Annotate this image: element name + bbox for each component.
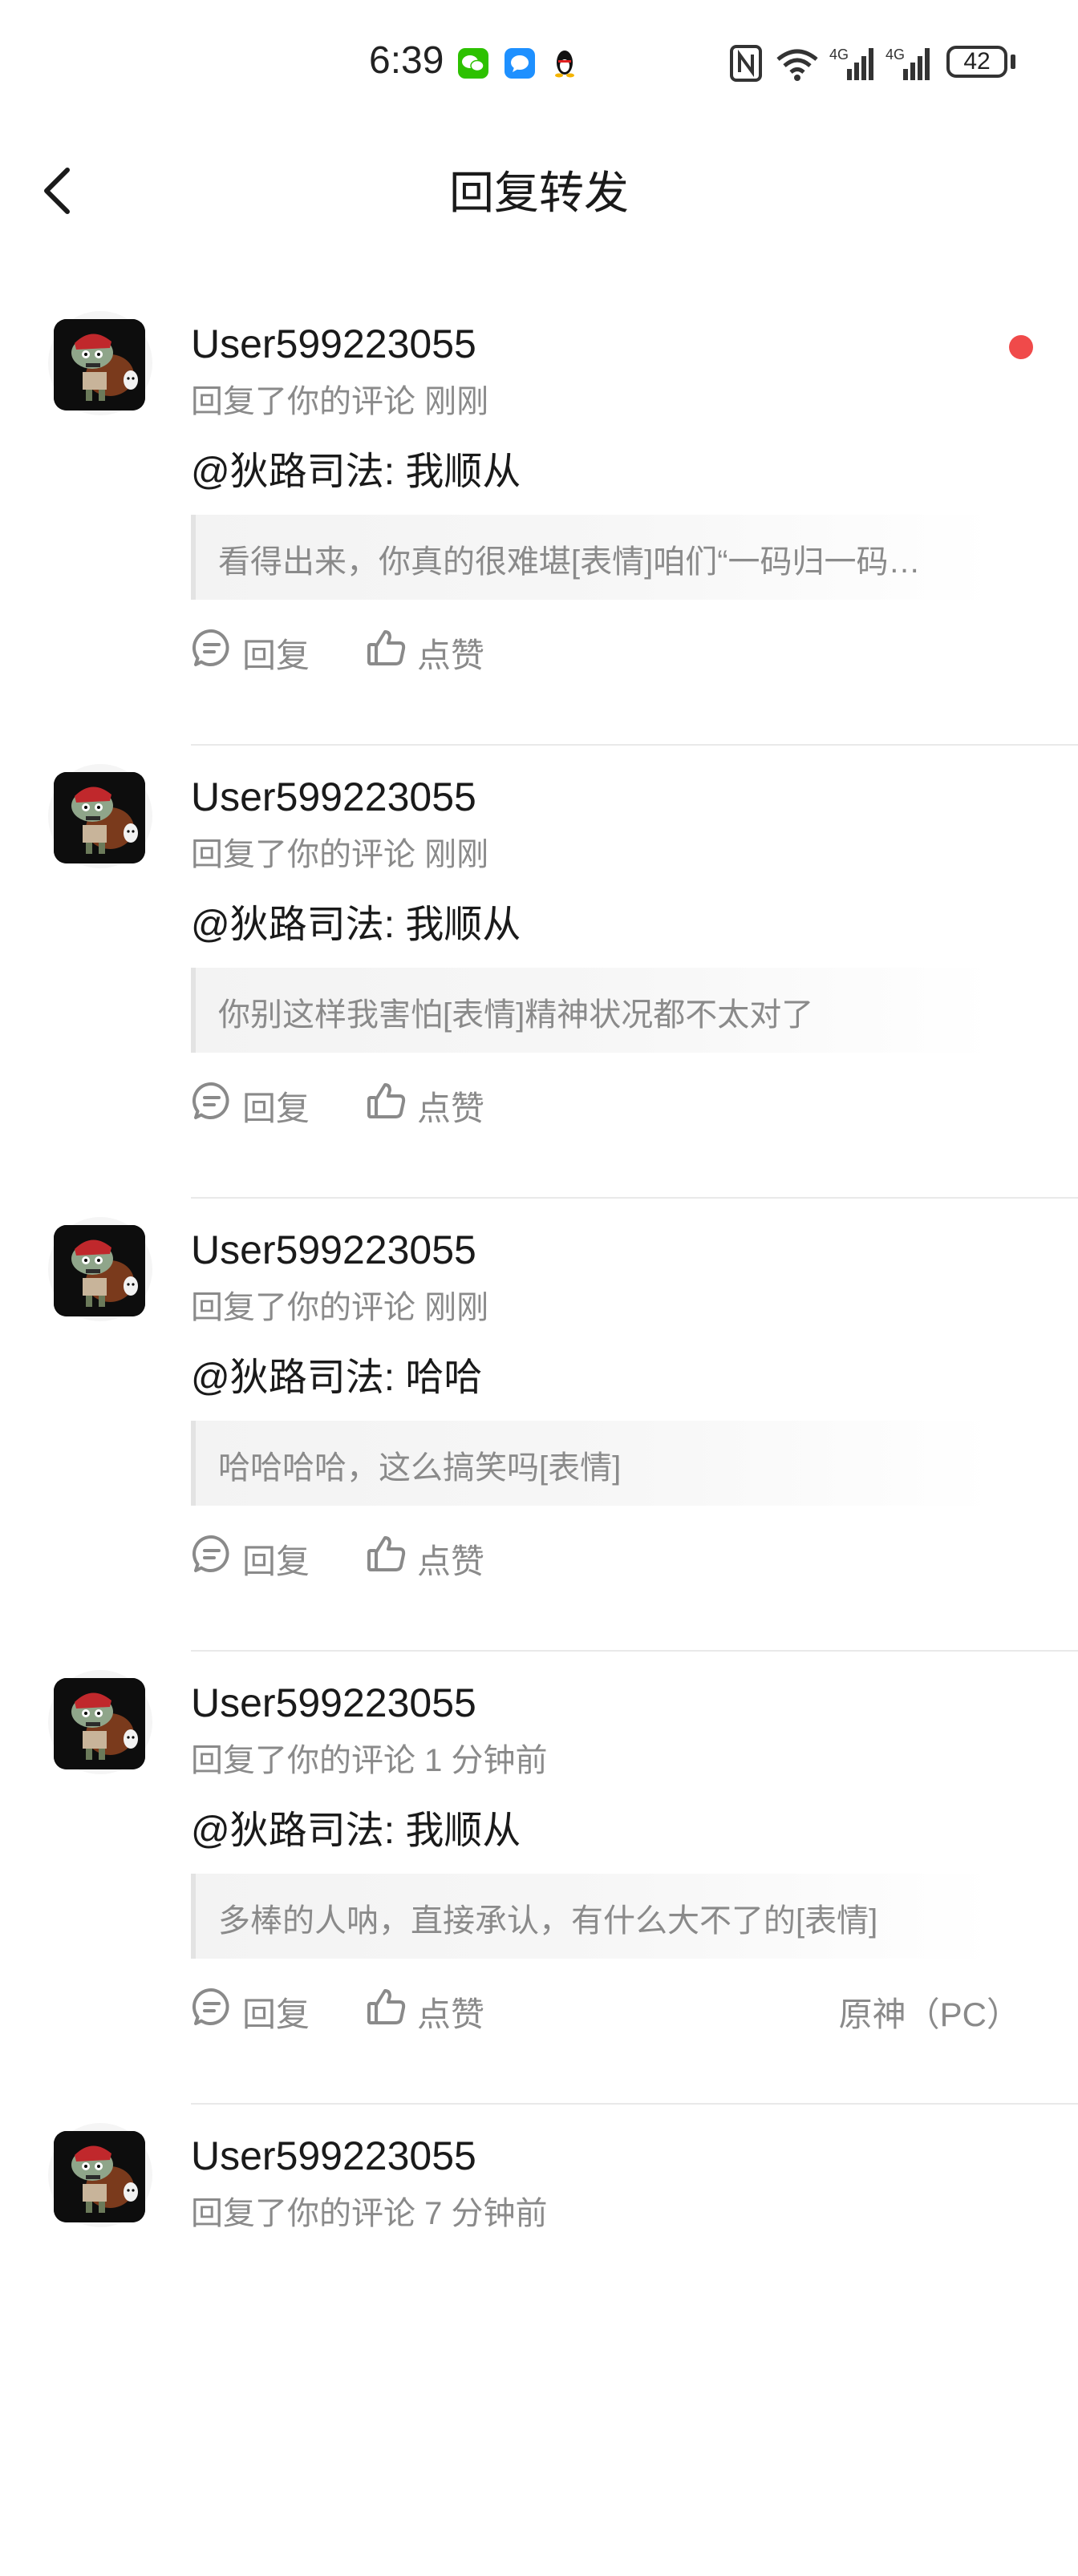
signal-4g-icon-2: 4G	[886, 45, 934, 82]
action-bar: 回复 点赞 原神（PC）	[191, 1983, 1025, 2033]
reply-label: 回复	[242, 1996, 310, 2033]
like-button[interactable]: 点赞	[366, 1983, 494, 2033]
page-title: 回复转发	[449, 168, 629, 218]
activity-meta: 回复了你的评论 刚刚	[191, 837, 489, 872]
comment-bubble-icon	[191, 627, 233, 669]
like-button[interactable]: 点赞	[366, 1530, 494, 1580]
activity-meta: 回复了你的评论 7 分钟前	[191, 2196, 548, 2231]
like-label: 点赞	[417, 1543, 485, 1580]
username[interactable]: User599223055	[191, 1680, 476, 1726]
status-bar: 6:39 4G 4G 42	[0, 0, 1078, 120]
battery-tip	[1011, 55, 1015, 69]
username[interactable]: User599223055	[191, 2133, 476, 2179]
activity-meta: 回复了你的评论 1 分钟前	[191, 1743, 548, 1778]
reply-label: 回复	[242, 637, 310, 674]
avatar-image	[54, 1225, 145, 1316]
like-label: 点赞	[417, 637, 485, 674]
wechat-icon	[458, 48, 488, 79]
reply-button[interactable]: 回复	[191, 1983, 311, 2033]
action-bar: 回复 点赞	[191, 624, 1025, 674]
wifi-icon	[773, 45, 821, 82]
divider	[191, 1650, 1078, 1652]
status-time: 6:39	[369, 39, 444, 82]
reply-text[interactable]: @狄路司法: 我顺从	[191, 1798, 521, 1854]
activity-meta: 回复了你的评论 刚刚	[191, 384, 489, 419]
avatar[interactable]	[48, 311, 152, 415]
signal-4g-icon-1: 4G	[829, 45, 874, 82]
quoted-comment-text: 哈哈哈哈，这么搞笑吗[表情]	[218, 1450, 622, 1486]
action-bar: 回复 点赞	[191, 1077, 1025, 1127]
reply-text[interactable]: @狄路司法: 我顺从	[191, 439, 521, 495]
message-app-icon	[505, 48, 535, 79]
like-label: 点赞	[417, 1090, 485, 1127]
quoted-comment-text: 你别这样我害怕[表情]精神状况都不太对了	[218, 997, 814, 1033]
avatar-image	[54, 2131, 145, 2222]
avatar[interactable]	[48, 1217, 152, 1321]
quoted-comment[interactable]: 看得出来，你真的很难堪[表情]咱们“一码归一码…	[191, 515, 993, 600]
reply-label: 回复	[242, 1543, 310, 1580]
svg-text:4G: 4G	[886, 47, 905, 63]
quoted-comment[interactable]: 多棒的人呐，直接承认，有什么大不了的[表情]	[191, 1874, 993, 1959]
comment-bubble-icon	[191, 1986, 233, 2028]
comment-bubble-icon	[191, 1080, 233, 1122]
quoted-comment-text: 看得出来，你真的很难堪[表情]咱们“一码归一码…	[218, 544, 921, 580]
thumbs-up-icon	[366, 1533, 407, 1575]
quoted-comment-text: 多棒的人呐，直接承认，有什么大不了的[表情]	[218, 1903, 878, 1939]
avatar[interactable]	[48, 2123, 152, 2227]
source-tag: 原神（PC）	[838, 1996, 1020, 2033]
thumbs-up-icon	[366, 627, 407, 669]
divider	[191, 744, 1078, 746]
notification-item[interactable]: User599223055 回复了你的评论 1 分钟前 @狄路司法: 我顺从 多…	[0, 1670, 1078, 2123]
username[interactable]: User599223055	[191, 774, 476, 820]
username[interactable]: User599223055	[191, 321, 476, 367]
quoted-comment[interactable]: 哈哈哈哈，这么搞笑吗[表情]	[191, 1421, 993, 1506]
thumbs-up-icon	[366, 1986, 407, 2028]
battery-indicator: 42	[946, 46, 1007, 78]
reply-text[interactable]: @狄路司法: 我顺从	[191, 892, 521, 948]
nfc-icon	[730, 45, 762, 82]
avatar-image	[54, 772, 145, 863]
avatar-image	[54, 319, 145, 410]
divider	[191, 1197, 1078, 1199]
reply-label: 回复	[242, 1090, 310, 1127]
svg-text:4G: 4G	[829, 47, 849, 63]
unread-dot	[1009, 335, 1033, 359]
like-button[interactable]: 点赞	[366, 624, 494, 674]
like-button[interactable]: 点赞	[366, 1077, 494, 1127]
reply-text[interactable]: @狄路司法: 哈哈	[191, 1345, 482, 1401]
notification-item[interactable]: User599223055 回复了你的评论 刚刚 @狄路司法: 我顺从 你别这样…	[0, 764, 1078, 1217]
thumbs-up-icon	[366, 1080, 407, 1122]
avatar[interactable]	[48, 764, 152, 868]
like-label: 点赞	[417, 1996, 485, 2033]
avatar[interactable]	[48, 1670, 152, 1774]
reply-button[interactable]: 回复	[191, 1077, 311, 1127]
activity-meta: 回复了你的评论 刚刚	[191, 1290, 489, 1325]
reply-button[interactable]: 回复	[191, 1530, 311, 1580]
avatar-image	[54, 1678, 145, 1769]
quoted-comment[interactable]: 你别这样我害怕[表情]精神状况都不太对了	[191, 968, 993, 1053]
comment-bubble-icon	[191, 1533, 233, 1575]
divider	[191, 2103, 1078, 2105]
notification-item[interactable]: User599223055 回复了你的评论 7 分钟前	[0, 2123, 1078, 2576]
notification-item[interactable]: User599223055 回复了你的评论 刚刚 @狄路司法: 哈哈 哈哈哈哈，…	[0, 1217, 1078, 1670]
qq-penguin-icon	[551, 47, 578, 79]
notification-item[interactable]: User599223055 回复了你的评论 刚刚 @狄路司法: 我顺从 看得出来…	[0, 311, 1078, 764]
action-bar: 回复 点赞	[191, 1530, 1025, 1580]
username[interactable]: User599223055	[191, 1227, 476, 1273]
reply-button[interactable]: 回复	[191, 624, 311, 674]
